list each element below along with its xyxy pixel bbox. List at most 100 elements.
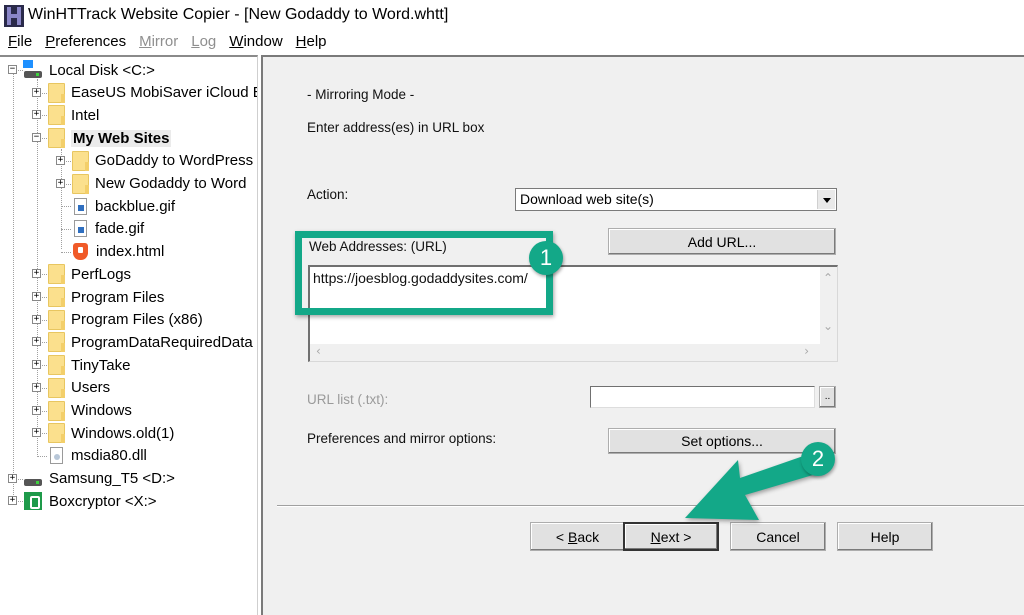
folder-icon	[48, 105, 65, 126]
folder-tree[interactable]: − Local Disk <C:> + EaseUS MobiSaver iCloud…	[0, 55, 258, 615]
tree-item-fade-gif[interactable]: fade.gif	[72, 218, 144, 240]
action-dropdown[interactable]: Download web site(s)	[515, 188, 837, 211]
tree-connector	[61, 228, 71, 230]
tree-item-label: My Web Sites	[71, 129, 172, 147]
menu-accel-key: W	[229, 33, 244, 50]
folder-icon	[72, 173, 89, 194]
scroll-down-icon[interactable]: ⌄	[823, 319, 833, 333]
scroll-right-icon[interactable]: ›	[804, 344, 809, 358]
mirroring-mode-heading: - Mirroring Mode -	[307, 87, 415, 102]
tree-item-label: Boxcryptor <X:>	[49, 492, 157, 510]
tree-item-label: Users	[71, 379, 111, 397]
tree-item-tinytake[interactable]: TinyTake	[48, 354, 130, 376]
tree-item-backblue-gif[interactable]: backblue.gif	[72, 195, 175, 217]
set-options-button[interactable]: Set options...	[608, 428, 836, 454]
back-accel: B	[567, 528, 578, 545]
next-button[interactable]: Next >	[623, 522, 719, 551]
menu-file[interactable]: File	[0, 32, 37, 54]
windows-logo-icon	[23, 59, 33, 68]
tree-item-easeus-mobisaver-icloud-e[interactable]: EaseUS MobiSaver iCloud E	[48, 82, 258, 104]
back-button[interactable]: < Back	[530, 522, 625, 551]
tree-item-program-files[interactable]: Program Files	[48, 286, 164, 308]
tree-item-new-godaddy-to-word[interactable]: New Godaddy to Word	[72, 173, 246, 195]
folder-icon	[48, 287, 65, 307]
expand-icon[interactable]: +	[32, 405, 41, 415]
expand-icon[interactable]: +	[56, 178, 65, 188]
collapse-icon[interactable]: −	[8, 65, 17, 74]
drive-icon	[23, 59, 42, 78]
folder-icon	[48, 332, 65, 353]
collapse-icon[interactable]: −	[32, 133, 41, 143]
tree-item-label: msdia80.dll	[71, 447, 147, 465]
menu-label-rest: indow	[243, 33, 283, 50]
expand-icon[interactable]: +	[32, 360, 41, 370]
next-accel: N	[650, 528, 661, 545]
menu-accel-key: H	[295, 33, 307, 50]
chevron-down-icon[interactable]	[817, 190, 835, 209]
tree-item-local-disk-c[interactable]: Local Disk <C:>	[23, 59, 155, 81]
menu-accel-key: F	[8, 33, 18, 50]
tree-item-windows[interactable]: Windows	[48, 400, 132, 422]
cancel-button[interactable]: Cancel	[730, 522, 826, 551]
expand-icon[interactable]: +	[32, 292, 41, 301]
url-list-input[interactable]	[590, 386, 815, 408]
tree-item-label: fade.gif	[95, 220, 145, 238]
tree-item-intel[interactable]: Intel	[48, 104, 99, 126]
menu-label-rest: ile	[17, 33, 33, 50]
menu-help[interactable]: Help	[288, 32, 332, 54]
tree-connector	[61, 206, 71, 208]
help-button[interactable]: Help	[837, 522, 933, 551]
image-file-icon	[74, 220, 87, 238]
title-bar: WinHTTrack Website Copier - [New Godaddy…	[0, 0, 1024, 32]
menu-preferences[interactable]: Preferences	[37, 32, 131, 54]
scroll-left-icon[interactable]: ‹	[316, 344, 321, 358]
httrack-app-icon	[4, 5, 24, 27]
url-list-label: URL list (.txt):	[307, 392, 389, 407]
add-url-button[interactable]: Add URL...	[608, 228, 836, 255]
tree-item-samsung-t5-d[interactable]: Samsung_T5 <D:>	[24, 468, 175, 490]
menu-accel-key: L	[191, 33, 200, 50]
expand-icon[interactable]: +	[8, 496, 17, 506]
tree-item-boxcryptor-x[interactable]: Boxcryptor <X:>	[24, 490, 157, 512]
tree-item-programdatarequireddata[interactable]: ProgramDataRequiredData	[48, 331, 253, 353]
expand-icon[interactable]: +	[32, 337, 41, 347]
tree-item-windows-old-1[interactable]: Windows.old(1)	[48, 422, 174, 444]
tree-item-users[interactable]: Users	[48, 377, 110, 399]
expand-icon[interactable]: +	[32, 87, 41, 97]
expand-icon[interactable]: +	[32, 110, 41, 120]
expand-icon[interactable]: +	[32, 428, 41, 438]
tree-item-my-web-sites[interactable]: My Web Sites	[48, 127, 172, 149]
tree-item-msdia80-dll[interactable]: msdia80.dll	[48, 445, 147, 467]
tree-item-label: New Godaddy to Word	[95, 175, 247, 192]
expand-icon[interactable]: +	[8, 473, 17, 483]
scroll-up-icon[interactable]: ⌃	[823, 271, 833, 285]
tree-item-label: GoDaddy to WordPress	[95, 152, 254, 170]
tree-item-godaddy-to-wordpress[interactable]: GoDaddy to WordPress	[72, 150, 253, 172]
expand-icon[interactable]: +	[32, 382, 41, 392]
tree-item-label: EaseUS MobiSaver iCloud E	[71, 84, 258, 102]
menu-accel-key: P	[45, 33, 56, 50]
dll-file-icon	[50, 447, 63, 465]
expand-icon[interactable]: +	[32, 314, 41, 324]
horizontal-scrollbar[interactable]: ‹ ›	[310, 344, 837, 361]
tree-item-perflogs[interactable]: PerfLogs	[48, 263, 131, 285]
browse-button[interactable]: ..	[819, 386, 836, 408]
tree-item-program-files-x86[interactable]: Program Files (x86)	[48, 309, 203, 331]
window-title: WinHTTrack Website Copier - [New Godaddy…	[28, 6, 449, 23]
menu-mirror[interactable]: Mirror	[131, 32, 183, 54]
menu-window[interactable]: Window	[221, 32, 287, 54]
menu-label-rest: references	[55, 33, 127, 50]
annotation-badge-1: 1	[529, 241, 563, 275]
tree-item-label: Intel	[71, 106, 100, 124]
menu-label-rest: og	[199, 33, 217, 50]
expand-icon[interactable]: +	[32, 269, 41, 279]
tree-item-index-html[interactable]: index.html	[72, 241, 164, 263]
tree-connector	[37, 455, 47, 457]
folder-icon	[48, 264, 65, 285]
tree-item-label: index.html	[96, 243, 165, 261]
expand-icon[interactable]: +	[56, 155, 65, 165]
vertical-scrollbar[interactable]: ⌃ ⌄	[820, 267, 837, 344]
back-prefix: <	[555, 528, 568, 545]
tree-guide-line	[13, 71, 14, 499]
menu-log[interactable]: Log	[183, 32, 221, 54]
